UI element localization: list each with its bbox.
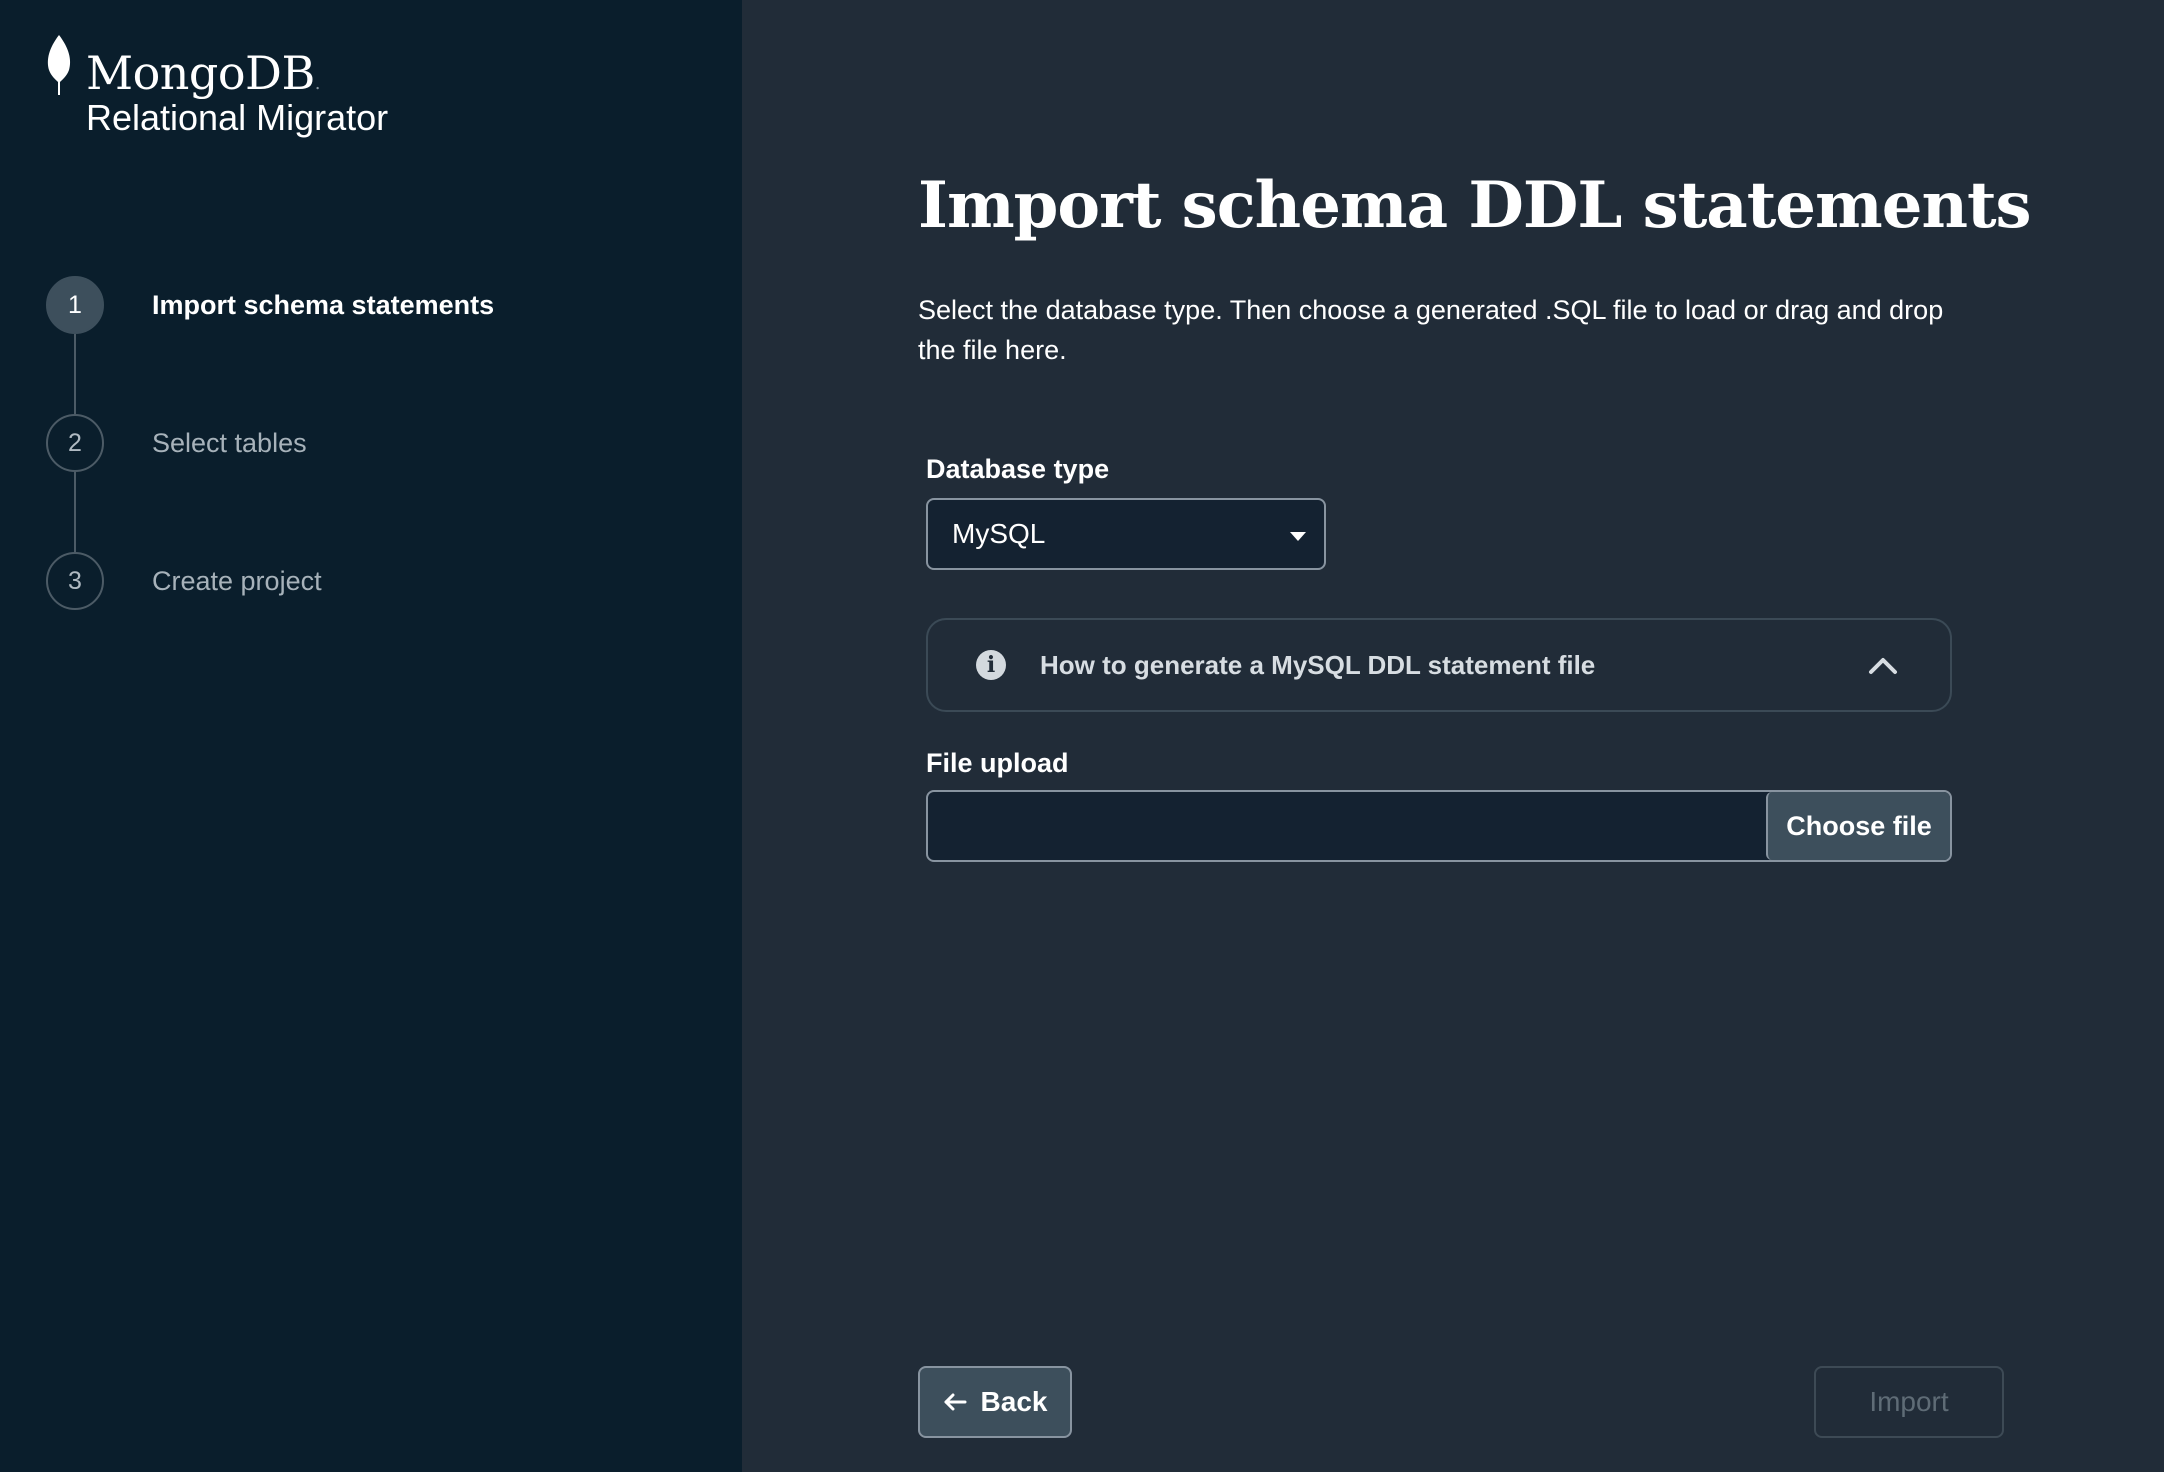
step-connector (74, 334, 76, 414)
ddl-help-title: How to generate a MySQL DDL statement fi… (1040, 649, 1596, 680)
step-connector (74, 472, 76, 552)
brand-mark: . (314, 73, 321, 94)
back-button-label: Back (980, 1386, 1048, 1417)
info-icon: i (976, 650, 1006, 680)
arrow-left-icon (944, 1393, 967, 1411)
sidebar: MongoDB. Relational Migrator 1 Import sc… (0, 0, 742, 1472)
step-import-schema[interactable]: 1 Import schema statements (46, 276, 706, 334)
product-name: Relational Migrator (86, 97, 389, 138)
step-label: Import schema statements (152, 289, 495, 320)
database-type-value: MySQL (952, 518, 1046, 549)
file-upload-label: File upload (926, 748, 1069, 778)
import-button[interactable]: Import (1814, 1366, 2004, 1438)
leaf-icon (47, 35, 71, 95)
step-number: 3 (46, 552, 104, 610)
step-number: 1 (46, 276, 104, 334)
step-label: Select tables (152, 427, 307, 458)
step-number: 2 (46, 414, 104, 472)
chevron-up-icon[interactable] (1868, 654, 1898, 676)
app-window: MongoDB. Relational Migrator 1 Import sc… (0, 0, 2164, 1472)
step-label: Create project (152, 565, 322, 596)
step-create-project[interactable]: 3 Create project (46, 552, 706, 610)
file-upload-field[interactable]: Choose file (926, 790, 1952, 862)
brand-wordmark: MongoDB (86, 46, 315, 100)
ddl-help-accordion[interactable]: i How to generate a MySQL DDL statement … (926, 618, 1952, 712)
step-select-tables[interactable]: 2 Select tables (46, 414, 706, 472)
choose-file-button[interactable]: Choose file (1766, 792, 1950, 860)
main-panel: Import schema DDL statements Select the … (742, 0, 2164, 1472)
database-type-select[interactable]: MySQL (926, 498, 1326, 570)
database-type-label: Database type (926, 454, 1110, 484)
page-description: Select the database type. Then choose a … (918, 295, 1944, 365)
caret-down-icon (1290, 532, 1306, 541)
page-title: Import schema DDL statements (918, 168, 2032, 243)
back-button[interactable]: Back (918, 1366, 1072, 1438)
